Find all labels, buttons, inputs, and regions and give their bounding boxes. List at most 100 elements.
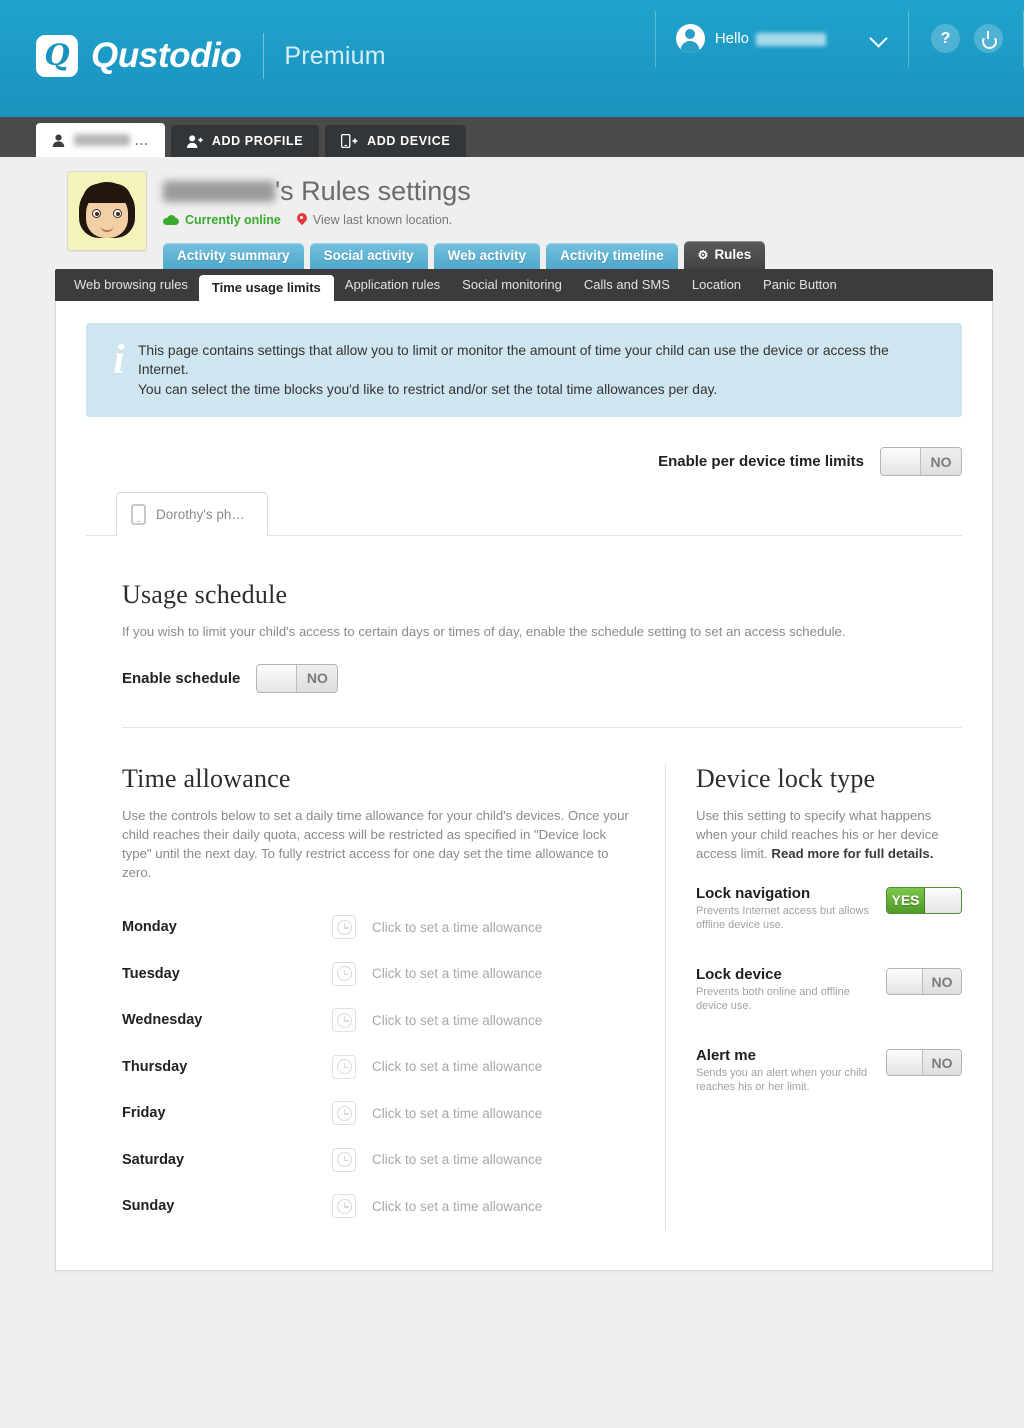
day-value[interactable]: Click to set a time allowance	[372, 1013, 542, 1028]
content-card: i This page contains settings that allow…	[55, 300, 993, 1271]
time-allowance-section: Time allowance Use the controls below to…	[86, 764, 665, 1230]
subtab-calls-and-sms[interactable]: Calls and SMS	[573, 269, 681, 301]
tab-activity-timeline-label: Activity timeline	[560, 248, 664, 264]
clock-icon	[332, 1054, 356, 1079]
enable-schedule-row: Enable schedule NO	[122, 663, 962, 693]
subtab-time-usage-limits[interactable]: Time usage limits	[198, 274, 334, 301]
day-row[interactable]: Sunday Click to set a time allowance	[122, 1183, 635, 1230]
per-device-limits-toggle[interactable]: NO	[880, 447, 962, 477]
lock-device-title: Lock device	[695, 966, 782, 984]
subtab-social-monitoring[interactable]: Social monitoring	[451, 269, 573, 301]
lock-navigation-toggle-value: YES	[887, 887, 925, 913]
clock-icon	[332, 1008, 356, 1033]
alert-me-toggle-value: NO	[923, 1050, 961, 1076]
enable-schedule-toggle[interactable]: NO	[256, 663, 339, 693]
add-device-button[interactable]: ADD DEVICE	[325, 125, 467, 157]
lock-device-toggle-value: NO	[923, 969, 961, 995]
lock-device-subtitle: Prevents both online and offline device …	[695, 986, 850, 1013]
day-label: Tuesday	[122, 965, 180, 982]
profile-status-row: Currently online View last known locatio…	[163, 213, 993, 227]
account-user[interactable]: Hello	[656, 11, 848, 67]
chevron-down-icon	[871, 31, 886, 46]
usage-schedule-description: If you wish to limit your child's access…	[122, 624, 846, 640]
person-icon	[52, 134, 65, 147]
lock-device-toggle[interactable]: NO	[886, 968, 962, 996]
time-allowance-title: Time allowance	[122, 763, 291, 793]
profile-tab-strip: ... ADD PROFILE ADD DEVICE	[0, 117, 1024, 157]
subtab-panic-button[interactable]: Panic Button	[752, 269, 848, 301]
tab-rules-label: Rules	[714, 247, 752, 263]
tab-social-activity[interactable]: Social activity	[309, 242, 428, 269]
subtab-panic-button-label: Panic Button	[763, 277, 837, 293]
info-banner-line2: You can select the time blocks you'd lik…	[138, 381, 718, 397]
day-value[interactable]: Click to set a time allowance	[372, 1152, 542, 1167]
tab-activity-summary[interactable]: Activity summary	[163, 242, 304, 269]
tab-web-activity[interactable]: Web activity	[433, 242, 541, 269]
tab-rules[interactable]: ⚙ Rules	[683, 240, 766, 269]
day-row[interactable]: Thursday Click to set a time allowance	[122, 1044, 635, 1091]
subtab-web-browsing-rules[interactable]: Web browsing rules	[63, 269, 199, 301]
day-value[interactable]: Click to set a time allowance	[372, 1106, 542, 1121]
alert-me-toggle[interactable]: NO	[886, 1049, 962, 1077]
gear-icon: ⚙	[697, 247, 709, 262]
device-lock-type-description: Use this setting to specify what happens…	[696, 806, 962, 863]
clock-icon	[332, 915, 356, 940]
subtab-location-label: Location	[691, 277, 742, 293]
enable-schedule-toggle-value: NO	[297, 664, 338, 692]
profile-header: 's Rules settings Currently online View …	[31, 171, 993, 269]
add-profile-button[interactable]: ADD PROFILE	[170, 125, 320, 157]
day-label: Wednesday	[122, 1012, 203, 1029]
device-tabs: Dorothy's ph…	[86, 492, 962, 537]
account-greeting: Hello	[715, 30, 826, 47]
day-value[interactable]: Click to set a time allowance	[372, 966, 542, 981]
cloud-online-icon	[163, 214, 179, 225]
toggle-knob	[887, 1050, 923, 1076]
day-row[interactable]: Tuesday Click to set a time allowance	[122, 951, 635, 998]
toggle-knob	[881, 448, 921, 476]
usage-schedule-title: Usage schedule	[122, 580, 288, 610]
day-value[interactable]: Click to set a time allowance	[372, 920, 542, 935]
day-row[interactable]: Saturday Click to set a time allowance	[122, 1137, 635, 1184]
logout-button[interactable]	[974, 24, 1003, 53]
device-lock-type-section: Device lock type Use this setting to spe…	[664, 763, 962, 1230]
child-avatar[interactable]	[67, 171, 147, 251]
profile-tab-overflow[interactable]: ...	[135, 133, 149, 148]
account-divider-right	[908, 10, 909, 67]
view-last-location-link[interactable]: View last known location.	[313, 213, 452, 227]
lock-option-lock-navigation: Lock navigation Prevents Internet access…	[696, 885, 962, 932]
tab-activity-timeline[interactable]: Activity timeline	[546, 242, 678, 269]
account-name-redacted	[756, 32, 826, 46]
greeting-text: Hello	[714, 30, 749, 47]
read-more-link[interactable]: Read more for full details.	[771, 846, 933, 861]
lock-navigation-toggle[interactable]: YES	[886, 886, 962, 914]
day-row[interactable]: Wednesday Click to set a time allowance	[122, 997, 635, 1044]
day-row[interactable]: Monday Click to set a time allowance	[122, 904, 635, 951]
help-button[interactable]: ?	[931, 24, 960, 53]
subtab-location[interactable]: Location	[681, 269, 752, 301]
tab-web-activity-label: Web activity	[447, 248, 527, 264]
day-row[interactable]: Friday Click to set a time allowance	[122, 1090, 635, 1137]
add-device-label: ADD DEVICE	[367, 134, 451, 148]
device-lock-type-title: Device lock type	[695, 763, 876, 793]
brand-logo[interactable]: Q Qustodio Premium	[36, 33, 386, 79]
subtab-application-rules[interactable]: Application rules	[334, 269, 451, 301]
alert-me-title: Alert me	[695, 1047, 756, 1065]
subtab-application-rules-label: Application rules	[344, 277, 441, 293]
time-allowance-day-list: Monday Click to set a time allowance Tue…	[122, 904, 635, 1230]
clock-icon	[332, 1147, 356, 1172]
status-online-label: Currently online	[185, 212, 281, 227]
user-avatar-icon	[675, 24, 705, 53]
toggle-knob	[257, 664, 298, 692]
per-device-limits-label: Enable per device time limits	[658, 453, 864, 471]
enable-schedule-label: Enable schedule	[122, 669, 241, 687]
avatar-face-icon	[79, 182, 135, 244]
time-allowance-description: Use the controls below to set a daily ti…	[122, 807, 629, 880]
subtab-time-usage-limits-label: Time usage limits	[211, 280, 321, 296]
page-container: 's Rules settings Currently online View …	[31, 157, 993, 1271]
per-device-limits-row: Enable per device time limits NO	[86, 447, 962, 477]
account-menu-button[interactable]	[848, 11, 908, 67]
day-value[interactable]: Click to set a time allowance	[372, 1059, 542, 1074]
day-value[interactable]: Click to set a time allowance	[372, 1199, 542, 1214]
device-tab-dorothys-phone[interactable]: Dorothy's ph…	[116, 492, 268, 537]
profile-tab-current[interactable]: ...	[36, 123, 165, 157]
